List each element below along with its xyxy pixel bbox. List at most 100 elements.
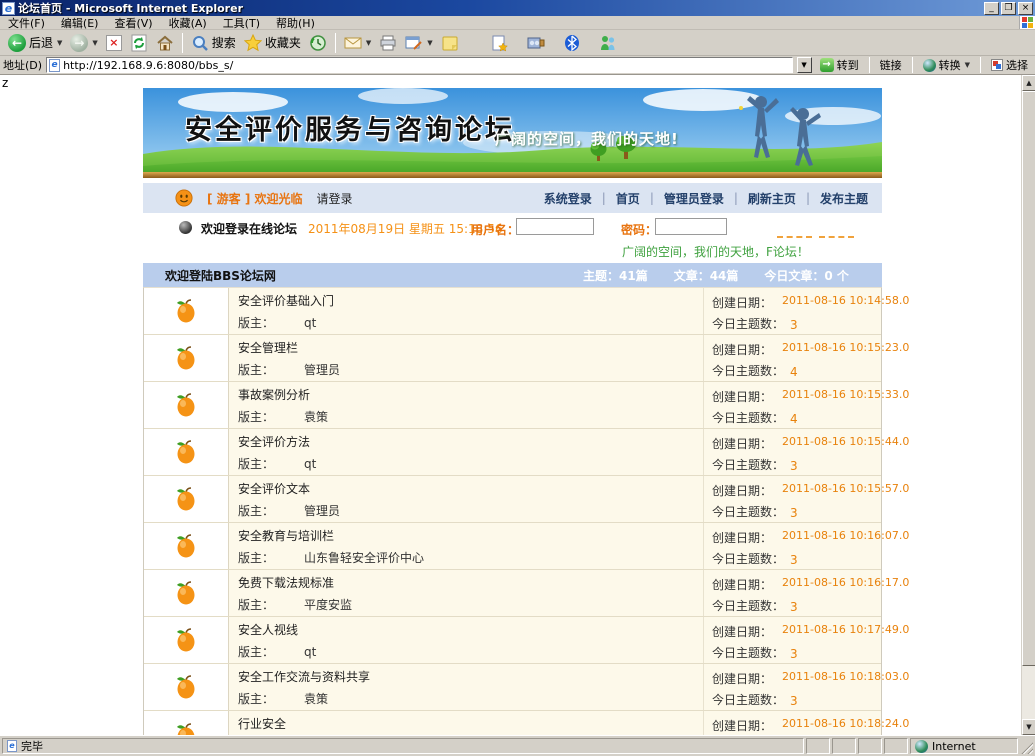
nav-link[interactable]: 系统登录 xyxy=(544,190,592,207)
nav-link[interactable]: 刷新主页 xyxy=(748,190,796,207)
links-button[interactable]: 链接 xyxy=(876,57,906,73)
mail-button[interactable]: ▼ xyxy=(340,32,375,54)
orange-fruit-icon xyxy=(175,439,197,465)
guest-welcome-text: [ 游客 ] 欢迎光临 xyxy=(207,190,303,207)
today-topics-label: 今日主题数： xyxy=(712,691,784,708)
created-value: 2011-08-16 10:16:17.0 xyxy=(782,576,909,589)
scrollbar-thumb[interactable] xyxy=(1022,91,1035,666)
forum-title-link[interactable]: 安全管理栏 xyxy=(238,339,298,356)
forum-title-link[interactable]: 安全教育与培训栏 xyxy=(238,527,334,544)
today-topics-value: 3 xyxy=(790,318,798,332)
address-bar: 地址(D) e ▼ → 转到 链接 转换 ▼ 选择 xyxy=(0,56,1035,75)
stop-button[interactable]: × xyxy=(102,33,126,53)
stat-topics: 主题：41篇 xyxy=(583,267,648,284)
orange-fruit-icon xyxy=(175,298,197,324)
forum-meta-cell: 创建日期： 2011-08-16 10:17:49.0 今日主题数： 3 xyxy=(704,617,881,663)
forum-title-link[interactable]: 安全评价方法 xyxy=(238,433,310,450)
search-button[interactable]: 搜索 xyxy=(187,32,240,54)
scroll-down-icon[interactable]: ▼ xyxy=(1022,719,1035,735)
edit-dropdown-icon[interactable]: ▼ xyxy=(427,39,432,47)
menu-item[interactable]: 编辑(E) xyxy=(53,15,107,31)
created-label: 创建日期： xyxy=(712,482,772,499)
today-topics-label: 今日主题数： xyxy=(712,597,784,614)
mail-dropdown-icon[interactable]: ▼ xyxy=(366,39,371,47)
stop-icon: × xyxy=(106,35,122,51)
resize-grip[interactable] xyxy=(1020,738,1033,754)
created-label: 创建日期： xyxy=(712,341,772,358)
convert-dropdown-icon[interactable]: ▼ xyxy=(965,61,970,69)
moderator-label: 版主： xyxy=(238,363,274,377)
messenger-button[interactable] xyxy=(595,32,621,54)
orange-fruit-icon xyxy=(175,627,197,653)
forum-row: 安全人视线 版主：qt 创建日期： 2011-08-16 10:17:49.0 … xyxy=(144,617,881,664)
forum-title-link[interactable]: 安全评价文本 xyxy=(238,480,310,497)
edit-icon xyxy=(405,34,423,52)
menu-item[interactable]: 收藏(A) xyxy=(161,15,215,31)
back-dropdown-icon[interactable]: ▼ xyxy=(57,39,62,47)
nav-separator: | xyxy=(806,191,810,205)
minimize-button[interactable]: _ xyxy=(984,2,999,15)
menu-item[interactable]: 文件(F) xyxy=(0,15,53,31)
nav-link[interactable]: 发布主题 xyxy=(820,190,868,207)
favorites-button[interactable]: 收藏夹 xyxy=(240,32,305,54)
forum-title-link[interactable]: 安全人视线 xyxy=(238,621,298,638)
media-button[interactable] xyxy=(523,32,549,54)
select-button[interactable]: 选择 xyxy=(987,57,1032,73)
stat-articles: 文章：44篇 xyxy=(674,267,739,284)
menu-item[interactable]: 查看(V) xyxy=(106,15,160,31)
forum-title-link[interactable]: 安全评价基础入门 xyxy=(238,292,334,309)
vertical-scrollbar[interactable]: ▲ ▼ xyxy=(1021,75,1035,735)
menu-item[interactable]: 工具(T) xyxy=(215,15,268,31)
forum-icon-cell xyxy=(144,711,229,735)
created-value: 2011-08-16 10:16:07.0 xyxy=(782,529,909,542)
created-label: 创建日期： xyxy=(712,294,772,311)
print-button[interactable] xyxy=(375,32,401,54)
history-button[interactable] xyxy=(305,32,331,54)
notes-button[interactable] xyxy=(437,32,463,54)
address-input-box[interactable]: e xyxy=(46,57,793,73)
home-button[interactable] xyxy=(152,32,178,54)
address-label: 地址(D) xyxy=(3,57,42,73)
address-dropdown-icon[interactable]: ▼ xyxy=(797,57,812,73)
doc-star-icon xyxy=(491,34,509,52)
nav-link[interactable]: 首页 xyxy=(616,190,640,207)
back-button[interactable]: ← 后退 ▼ xyxy=(4,32,66,54)
today-topics-label: 今日主题数： xyxy=(712,409,784,426)
forum-title-link[interactable]: 安全工作交流与资料共享 xyxy=(238,668,370,685)
nav-link[interactable]: 管理员登录 xyxy=(664,190,724,207)
convert-button[interactable]: 转换 ▼ xyxy=(919,57,974,73)
refresh-button[interactable] xyxy=(126,32,152,54)
address-input[interactable] xyxy=(63,59,790,72)
menu-item[interactable]: 帮助(H) xyxy=(268,15,323,31)
go-button[interactable]: → 转到 xyxy=(816,57,863,73)
status-page-icon: e xyxy=(7,740,17,752)
forum-title-link[interactable]: 免费下载法规标准 xyxy=(238,574,334,591)
restore-button[interactable]: ❒ xyxy=(1001,2,1016,15)
login-prompt-link[interactable]: 请登录 xyxy=(317,190,353,207)
created-value: 2011-08-16 10:18:24.0 xyxy=(782,717,909,730)
menu-bar-items: 文件(F)编辑(E)查看(V)收藏(A)工具(T)帮助(H) xyxy=(0,15,323,31)
forum-main-cell: 安全人视线 版主：qt xyxy=(229,617,704,663)
bluetooth-button[interactable] xyxy=(559,32,585,54)
username-field[interactable] xyxy=(516,218,594,235)
forward-dropdown-icon[interactable]: ▼ xyxy=(92,39,97,47)
scroll-up-icon[interactable]: ▲ xyxy=(1022,75,1035,91)
today-topics-value: 3 xyxy=(790,647,798,661)
close-button[interactable]: × xyxy=(1018,2,1033,15)
status-pane xyxy=(884,738,908,754)
banner-bottom-strip xyxy=(143,172,882,178)
moderator-name: 管理员 xyxy=(304,504,340,518)
forum-title-link[interactable]: 事故案例分析 xyxy=(238,386,310,403)
forum-title-link[interactable]: 行业安全 xyxy=(238,715,286,732)
forward-button[interactable]: → ▼ xyxy=(66,32,101,54)
forum-banner: 安全评价服务与咨询论坛 广阔的空间，我们的天地! xyxy=(143,88,882,178)
research-button[interactable] xyxy=(487,32,513,54)
forum-main-cell: 安全评价文本 版主：管理员 xyxy=(229,476,704,522)
forum-meta-cell: 创建日期： 2011-08-16 10:15:57.0 今日主题数： 3 xyxy=(704,476,881,522)
stat-today: 今日文章：0 个 xyxy=(764,267,849,284)
edit-button[interactable]: ▼ xyxy=(401,32,436,54)
forum-table: 安全评价基础入门 版主：qt 创建日期： 2011-08-16 10:14:58… xyxy=(143,287,882,735)
password-field[interactable] xyxy=(655,218,727,235)
moderator-name: 袁策 xyxy=(304,410,328,424)
moderator-label: 版主： xyxy=(238,692,274,706)
